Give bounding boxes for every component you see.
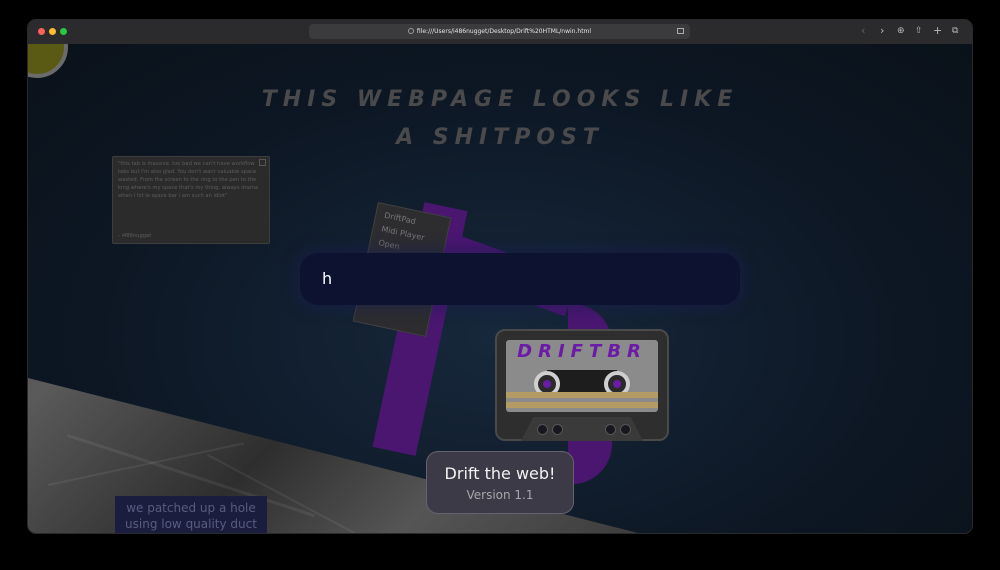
address-url: file:///Users/i486nugget/Desktop/Drift%2…: [416, 28, 592, 35]
forward-icon[interactable]: ›: [880, 25, 884, 37]
site-info-icon[interactable]: [407, 28, 414, 34]
minimize-window-button[interactable]: [49, 28, 56, 35]
download-icon[interactable]: ⊕: [897, 25, 905, 37]
close-window-button[interactable]: [38, 28, 45, 35]
new-tab-icon[interactable]: +: [933, 25, 942, 37]
decorative-circle: [28, 44, 68, 78]
page-content: THIS WEBPAGE LOOKS LIKE A SHITPOST "this…: [28, 44, 972, 533]
quote-text: "this tab is massive. too bad we can't h…: [118, 161, 259, 199]
search-input-value: h: [322, 269, 333, 288]
quote-author: - i486nugget: [118, 233, 152, 239]
reader-mode-icon[interactable]: [677, 28, 684, 34]
cassette-hole: [605, 424, 616, 435]
cassette-stripe: [506, 402, 658, 408]
tabs-overview-icon[interactable]: ⧉: [952, 25, 958, 37]
share-icon[interactable]: ⇧: [915, 25, 923, 37]
cassette-label: DRIFTBR: [506, 340, 658, 412]
maximize-window-button[interactable]: [60, 28, 67, 35]
address-bar[interactable]: file:///Users/i486nugget/Desktop/Drift%2…: [309, 24, 690, 39]
cta-title: Drift the web!: [444, 464, 556, 483]
duct-tape-patch: we patched up a hole using low quality d…: [115, 496, 267, 533]
cta-version: Version 1.1: [466, 488, 534, 502]
cassette-hole: [537, 424, 548, 435]
search-input[interactable]: h: [300, 253, 740, 305]
headline-line2: A SHITPOST: [396, 125, 604, 150]
headline-line1: THIS WEBPAGE LOOKS LIKE: [261, 87, 739, 112]
browser-titlebar: file:///Users/i486nugget/Desktop/Drift%2…: [28, 20, 972, 44]
quote-close-icon[interactable]: [259, 159, 266, 166]
back-icon[interactable]: ‹: [861, 25, 865, 37]
quote-box: "this tab is massive. too bad we can't h…: [112, 156, 270, 244]
cassette-hole: [552, 424, 563, 435]
cassette-logo[interactable]: DRIFTBR: [495, 329, 669, 441]
cassette-brand: DRIFTBR: [517, 341, 647, 362]
cassette-hole: [620, 424, 631, 435]
browser-window: file:///Users/i486nugget/Desktop/Drift%2…: [28, 20, 972, 533]
drift-the-web-button[interactable]: Drift the web! Version 1.1: [426, 451, 574, 514]
cassette-stripe: [506, 392, 658, 398]
